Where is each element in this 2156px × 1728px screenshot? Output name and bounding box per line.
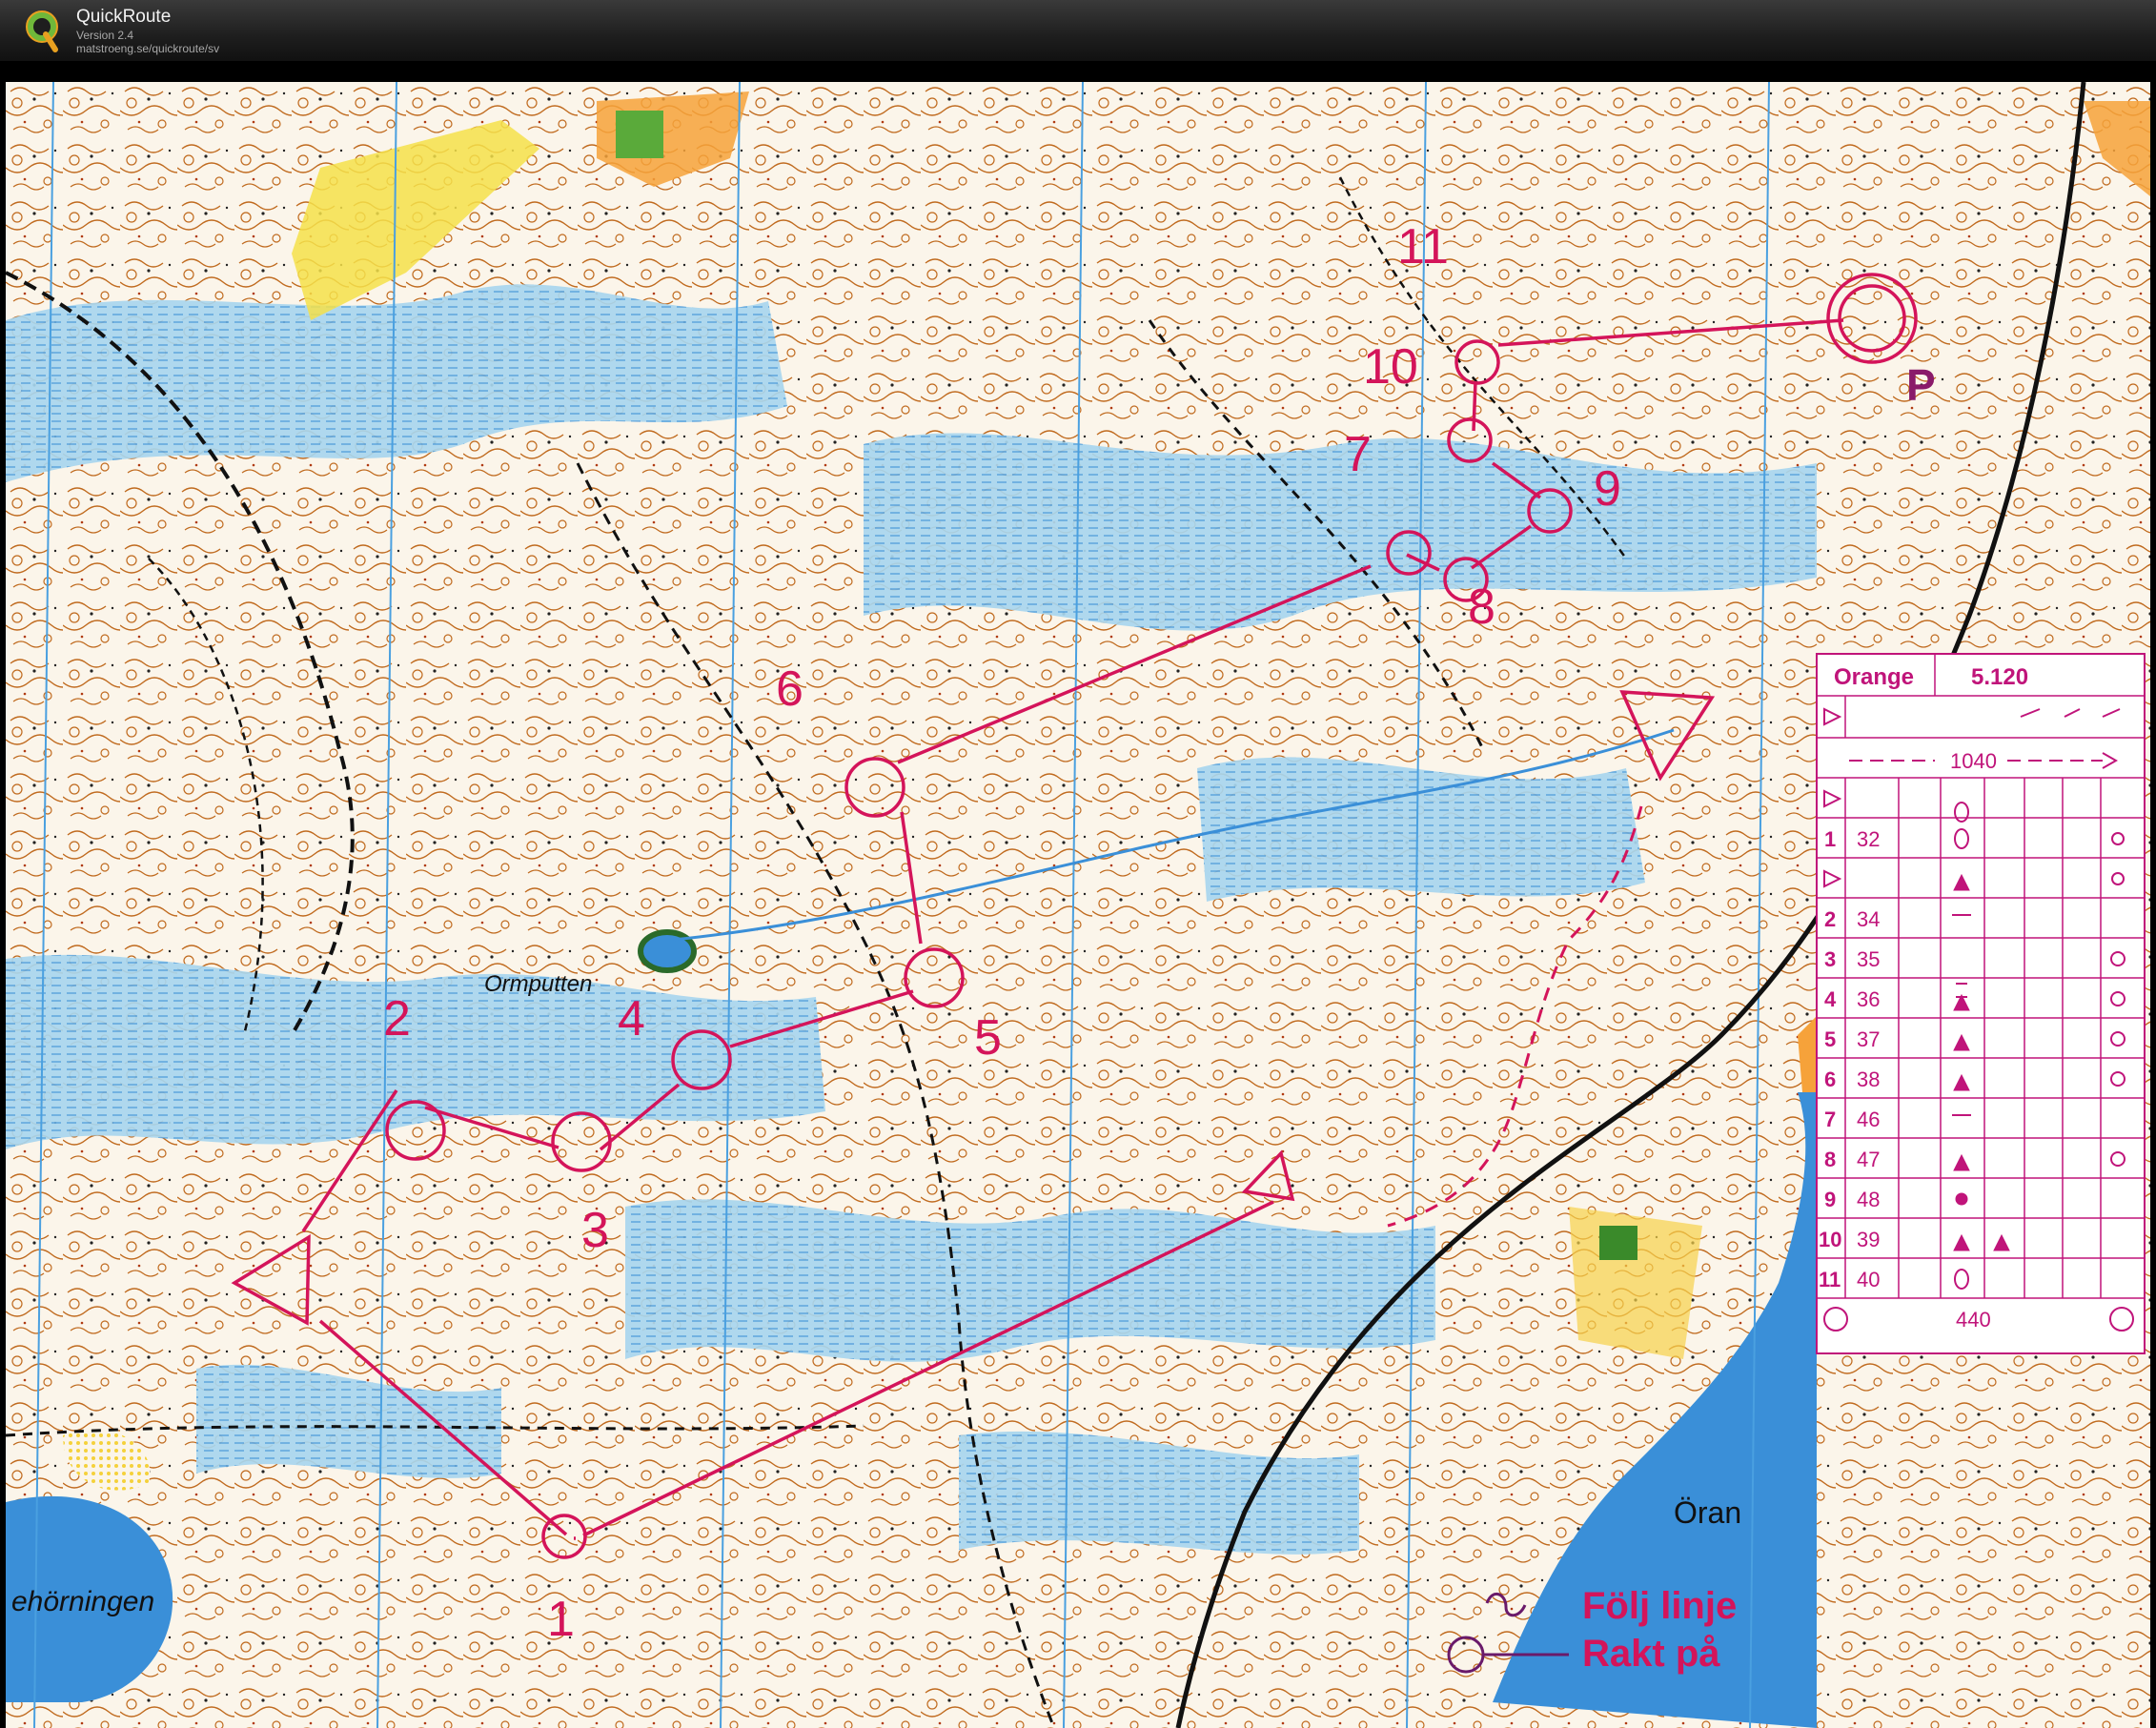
row-code: 48 (1857, 1188, 1880, 1211)
course-length: 5.120 (1971, 664, 2028, 690)
app-title: QuickRoute (76, 7, 172, 27)
row-num: 11 (1819, 1268, 1841, 1291)
control-number-7: 7 (1344, 427, 1372, 482)
control-number-3: 3 (581, 1203, 609, 1258)
row-num: 9 (1824, 1188, 1836, 1211)
course-leg (1472, 380, 1477, 432)
row-num: 5 (1824, 1027, 1836, 1051)
map-viewport[interactable]: 1 2 3 4 5 6 7 8 9 10 11 Ormputten ehörni… (0, 61, 2156, 1728)
place-name-horningen: ehörningen (11, 1586, 154, 1617)
quickroute-logo-icon (26, 10, 58, 52)
course-name: Orange (1834, 664, 1914, 690)
control-number-6: 6 (776, 661, 803, 717)
row-num: 2 (1824, 907, 1836, 931)
row-num: 10 (1819, 1228, 1841, 1251)
app-version: Version 2.4 (76, 29, 134, 42)
control-number-10: 10 (1363, 339, 1418, 395)
row-code: 32 (1857, 827, 1880, 851)
legend-follow-line: Följ linje (1582, 1585, 1737, 1627)
row-code: 40 (1857, 1268, 1880, 1291)
control-number-5: 5 (974, 1010, 1002, 1066)
title-bar: QuickRoute Version 2.4 matstroeng.se/qui… (0, 0, 2156, 62)
place-name-ormputten: Ormputten (484, 971, 592, 997)
route-to-start-length: 1040 (1950, 749, 1997, 773)
row-num: 1 (1824, 827, 1836, 851)
place-name-oran: Öran (1674, 1495, 1741, 1530)
legend-straight: Rakt på (1582, 1633, 1720, 1675)
parking-symbol: P (1906, 360, 1936, 410)
control-description-sheet: Orange 5.120 1040 1 32 2 34 3 35 4 36 5 … (1816, 653, 2146, 1354)
row-code: 47 (1857, 1148, 1880, 1171)
row-code: 35 (1857, 947, 1880, 971)
row-num: 8 (1824, 1148, 1836, 1171)
row-code: 36 (1857, 987, 1880, 1011)
row-num: 3 (1824, 947, 1836, 971)
row-code: 34 (1857, 907, 1880, 931)
app-url: matstroeng.se/quickroute/sv (76, 42, 220, 55)
control-number-1: 1 (547, 1592, 575, 1647)
orienteering-map[interactable]: 1 2 3 4 5 6 7 8 9 10 11 Ormputten ehörni… (6, 82, 2150, 1728)
row-code: 46 (1857, 1108, 1880, 1131)
row-num: 4 (1824, 987, 1837, 1011)
control-number-8: 8 (1468, 579, 1495, 635)
control-number-9: 9 (1594, 461, 1621, 517)
row-code: 38 (1857, 1067, 1880, 1091)
finish-distance: 440 (1956, 1308, 1991, 1332)
control-number-11: 11 (1397, 219, 1449, 274)
row-num: 7 (1824, 1108, 1836, 1131)
row-code: 37 (1857, 1027, 1880, 1051)
control-number-2: 2 (383, 991, 411, 1047)
row-num: 6 (1824, 1067, 1836, 1091)
control-number-4: 4 (618, 991, 645, 1047)
row-code: 39 (1857, 1228, 1880, 1251)
